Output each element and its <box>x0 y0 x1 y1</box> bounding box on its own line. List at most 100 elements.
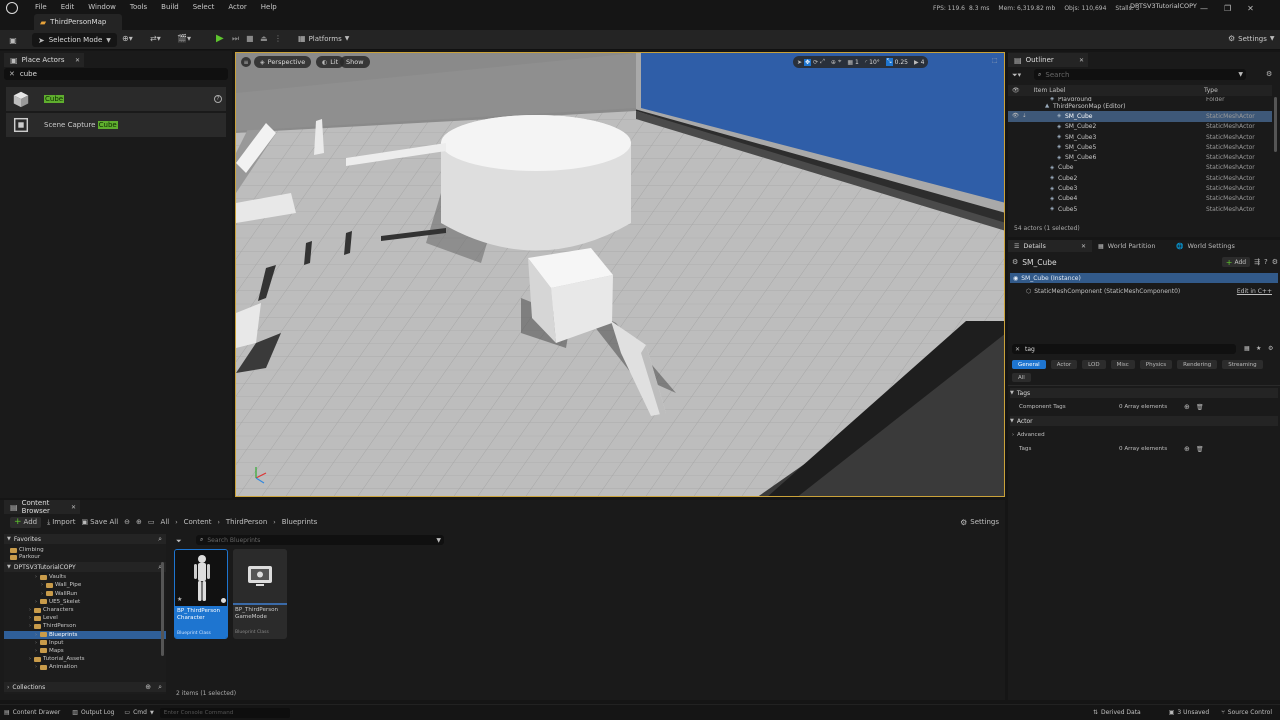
folder-tree-item[interactable]: › Animation <box>4 663 166 671</box>
menu-tools[interactable]: Tools <box>123 1 154 14</box>
platforms-button[interactable]: ▦ Platforms ▼ <box>298 34 349 43</box>
favorite-icon[interactable]: ★ <box>1256 345 1261 352</box>
filter-misc[interactable]: Misc <box>1110 360 1135 369</box>
perspective-button[interactable]: ◈ Perspective <box>254 56 312 68</box>
surface-snap-icon[interactable]: ⌖ <box>838 58 841 66</box>
level-viewport[interactable]: ≡ ◈ Perspective ◐ Lit Show ➤ ✥ ⟳ ⤢ ⊕ ⌖ ▦… <box>235 52 1005 497</box>
chevron-right-icon[interactable]: › <box>34 664 38 670</box>
add-button[interactable]: + Add <box>10 516 42 528</box>
camera-speed-value[interactable]: 4 <box>921 59 925 66</box>
filter-all[interactable]: All <box>1012 373 1031 382</box>
folder-tree-item[interactable]: › Vaults <box>4 573 166 581</box>
fav-item-climbing[interactable]: Climbing <box>4 546 166 554</box>
play-icon[interactable]: ▶ <box>216 33 224 44</box>
close-tab-icon[interactable]: ✕ <box>1081 243 1086 250</box>
folder-tree-item[interactable]: › ThirdPerson <box>4 622 166 630</box>
component-instance-row[interactable]: ◉ SM_Cube (Instance) <box>1010 273 1278 283</box>
trash-icon[interactable]: 🗑 <box>1196 446 1204 453</box>
minimize-icon[interactable]: — <box>1200 4 1208 13</box>
blueprint-icon[interactable]: ⇄▾ <box>150 34 161 43</box>
chevron-down-icon[interactable]: ▼ <box>1238 71 1243 78</box>
outliner-row[interactable]: ◈ Cube2 StaticMeshActor <box>1008 173 1272 183</box>
cmd-button[interactable]: ▭ Cmd ▼ <box>124 709 153 716</box>
settings-icon[interactable]: ⚙ <box>1272 258 1278 266</box>
filter-general[interactable]: General <box>1012 360 1046 369</box>
add-element-icon[interactable]: ⊕ <box>1184 403 1190 411</box>
chevron-right-icon[interactable]: › <box>34 640 38 646</box>
camera-speed-icon[interactable]: ▶ <box>914 59 919 66</box>
folder-tree-item[interactable]: › Characters <box>4 606 166 614</box>
settings-button[interactable]: ⚙ Settings ▼ <box>1228 34 1275 43</box>
save-all-button[interactable]: ▣ Save All <box>81 518 118 526</box>
folder-tree-item[interactable]: › Blueprints <box>4 630 166 639</box>
chevron-right-icon[interactable]: › <box>40 591 44 597</box>
outliner-row[interactable]: 👁 ⇣ ◈ SM_Cube StaticMeshActor <box>1008 111 1272 122</box>
project-header[interactable]: ▼ DPTSV3TutorialCOPY ⌕ <box>4 562 166 573</box>
star-icon[interactable]: ★ <box>177 596 182 603</box>
outliner-row[interactable]: ◈ SM_Cube3 StaticMeshActor <box>1008 132 1272 142</box>
actor-item-scene-capture-cube[interactable]: Scene Capture Cube <box>6 113 226 137</box>
tab-content-browser[interactable]: ▤ Content Browser ✕ <box>4 499 80 515</box>
content-drawer-button[interactable]: ▤ Content Drawer <box>4 709 60 716</box>
component-row[interactable]: ⬡ StaticMeshComponent (StaticMeshCompone… <box>1010 286 1278 296</box>
folder-tree-item[interactable]: › Tutorial_Assets <box>4 655 166 663</box>
outliner-row[interactable]: ◈ Cube5 StaticMeshActor <box>1008 204 1272 214</box>
content-settings-button[interactable]: ⚙ Settings <box>960 518 999 527</box>
asset-card-gamemode[interactable]: BP_ThirdPerson GameMode Blueprint Class <box>233 549 287 639</box>
outliner-row[interactable]: ◈ SM_Cube5 StaticMeshActor <box>1008 142 1272 152</box>
eject-icon[interactable]: ⏏ <box>260 34 268 43</box>
path-blueprints[interactable]: Blueprints <box>282 518 318 526</box>
show-button[interactable]: Show <box>340 56 370 68</box>
folder-tree-item[interactable]: › Input <box>4 639 166 647</box>
more-options-icon[interactable]: ⋮ <box>274 34 282 43</box>
folder-tree-item[interactable]: › Maps <box>4 647 166 655</box>
filter-icon[interactable]: ⏷▾ <box>1012 71 1021 80</box>
search-icon[interactable]: ⌕ <box>158 683 162 692</box>
table-view-icon[interactable]: ▦ <box>1244 345 1250 352</box>
unreal-logo-icon[interactable] <box>6 2 18 14</box>
scale-snap-value[interactable]: 0.25 <box>895 59 908 66</box>
path-content[interactable]: Content <box>184 518 212 526</box>
outliner-row[interactable]: ◈ SM_Cube6 StaticMeshActor <box>1008 152 1272 162</box>
viewport-menu-icon[interactable]: ≡ <box>241 57 251 67</box>
folder-tree-item[interactable]: › Level <box>4 614 166 622</box>
add-component-button[interactable]: + Add <box>1221 257 1251 267</box>
filter-rendering[interactable]: Rendering <box>1177 360 1218 369</box>
chevron-right-icon[interactable]: › <box>28 615 32 621</box>
clear-search-icon[interactable]: ✕ <box>1015 346 1020 353</box>
menu-actor[interactable]: Actor <box>221 1 253 14</box>
close-tab-icon[interactable]: ✕ <box>1079 57 1084 64</box>
filter-icon[interactable]: ⏷ <box>176 537 182 546</box>
asset-card-character[interactable]: ★ BP_ThirdPerson Character Blueprint Cla… <box>174 549 228 639</box>
history-forward-icon[interactable]: ⊕ <box>136 518 142 526</box>
tab-place-actors[interactable]: ▣ Place Actors ✕ <box>4 53 84 67</box>
scale-snap-icon[interactable]: ⤡ <box>885 58 893 66</box>
pin-icon[interactable]: ⇣ <box>1022 113 1027 119</box>
menu-build[interactable]: Build <box>154 1 186 14</box>
section-actor-header[interactable]: ▼ Actor <box>1010 416 1278 426</box>
rotate-snap-icon[interactable]: ◜ <box>865 59 867 66</box>
translate-tool-icon[interactable]: ✥ <box>804 58 812 66</box>
close-tab-icon[interactable]: ✕ <box>71 504 76 511</box>
section-tags-header[interactable]: ▼ Tags <box>1010 388 1278 398</box>
actor-item-cube[interactable]: Cube ? <box>6 87 226 111</box>
help-icon[interactable]: ? <box>1264 258 1268 266</box>
col-type[interactable]: Type <box>1204 87 1218 94</box>
close-tab-icon[interactable]: ✕ <box>75 57 80 64</box>
grid-size-value[interactable]: 1 <box>855 59 859 66</box>
tab-world-partition[interactable]: ▦ World Partition <box>1092 240 1170 252</box>
favorites-header[interactable]: ▼ Favorites ⌕ <box>4 534 166 544</box>
menu-edit[interactable]: Edit <box>54 1 82 14</box>
col-item-label[interactable]: Item Label <box>1034 87 1066 94</box>
menu-file[interactable]: File <box>28 1 54 14</box>
visibility-icon[interactable]: 👁 <box>1012 113 1019 119</box>
maximize-viewport-icon[interactable]: ⬚ <box>992 57 998 64</box>
collections-header[interactable]: › Collections ⊕ ⌕ <box>4 682 166 692</box>
folder-tree-item[interactable]: › UE5_Skelet <box>4 598 166 606</box>
tab-world-settings[interactable]: 🌐 World Settings <box>1170 240 1248 252</box>
derived-data-button[interactable]: ⇅ Derived Data <box>1093 709 1141 716</box>
cinematics-icon[interactable]: 🎬▾ <box>177 34 191 43</box>
edit-cpp-link[interactable]: Edit in C++ <box>1237 288 1272 295</box>
chevron-right-icon[interactable]: › <box>28 623 32 629</box>
chevron-right-icon[interactable]: › <box>28 656 32 662</box>
